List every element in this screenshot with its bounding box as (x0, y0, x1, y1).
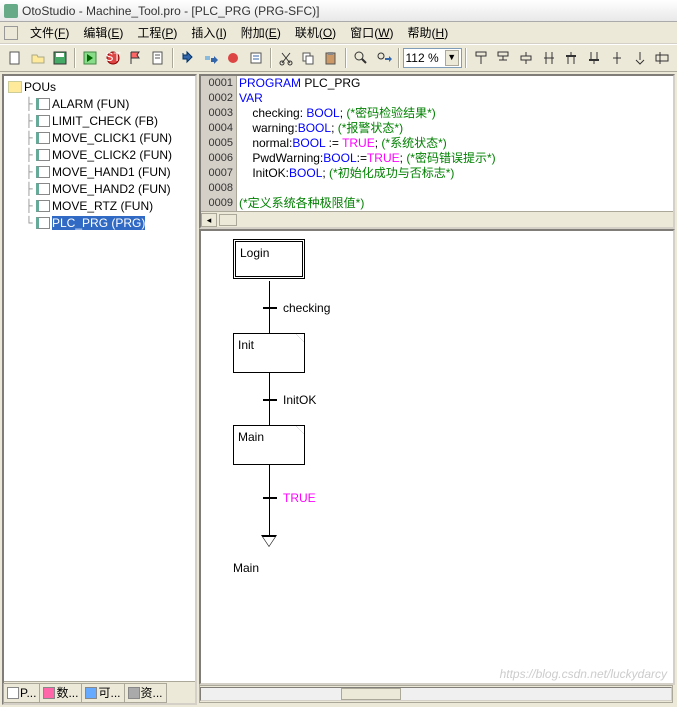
sfc-editor[interactable]: Login checking Init InitOK Main T (199, 229, 675, 685)
file-icon (36, 183, 50, 195)
tree-item[interactable]: ├MOVE_HAND2 (FUN) (6, 180, 193, 197)
file-icon (36, 98, 50, 110)
file-icon (36, 217, 50, 229)
file-icon (36, 149, 50, 161)
folder-icon (8, 81, 22, 93)
tb-step-in[interactable] (177, 47, 199, 69)
tree-item[interactable]: ├MOVE_CLICK1 (FUN) (6, 129, 193, 146)
tb-step[interactable] (200, 47, 222, 69)
sfc-jump-arrow (261, 535, 277, 555)
code-line[interactable]: 0007 InitOK:BOOL; (*初始化成功与否标志*) (201, 166, 673, 181)
sbtab-data[interactable]: 数... (39, 683, 82, 703)
tb-open[interactable] (27, 47, 49, 69)
tb-sfc-1[interactable] (470, 47, 492, 69)
file-icon (36, 115, 50, 127)
chevron-down-icon[interactable]: ▼ (445, 50, 459, 66)
code-line[interactable]: 0005 normal:BOOL := TRUE; (*系统状态*) (201, 136, 673, 151)
code-line[interactable]: 0002VAR (201, 91, 673, 106)
tb-sfc-4[interactable] (538, 47, 560, 69)
zoom-combo[interactable]: 112 % ▼ (403, 48, 462, 68)
tree-item[interactable]: ├LIMIT_CHECK (FB) (6, 112, 193, 129)
sfc-step-login[interactable]: Login (233, 239, 305, 279)
tb-bp[interactable] (222, 47, 244, 69)
menu-extras[interactable]: 附加(E) (235, 22, 287, 43)
tb-paste[interactable] (320, 47, 342, 69)
sfc-step-main[interactable]: Main (233, 425, 305, 465)
menu-file[interactable]: 文件(F) (24, 22, 75, 43)
svg-text:ST: ST (105, 50, 121, 64)
app-icon (4, 4, 18, 18)
code-line[interactable]: 0009(*定义系统各种极限值*) (201, 196, 673, 211)
tb-sfc-8[interactable] (629, 47, 651, 69)
tb-sfc-5[interactable] (561, 47, 583, 69)
tb-sfc-3[interactable] (515, 47, 537, 69)
zoom-value: 112 % (406, 51, 439, 65)
tb-sfc-9[interactable] (651, 47, 673, 69)
code-line[interactable]: 0004 warning:BOOL; (*报警状态*) (201, 121, 673, 136)
toolbar: ST 112 % ▼ (0, 44, 677, 72)
code-line[interactable]: 0003 checking: BOOL; (*密码检验结果*) (201, 106, 673, 121)
tb-sfc-7[interactable] (606, 47, 628, 69)
tree-item[interactable]: ├MOVE_RTZ (FUN) (6, 197, 193, 214)
tb-sfc-6[interactable] (583, 47, 605, 69)
tb-findnext[interactable] (373, 47, 395, 69)
sidebar: POUs ├ALARM (FUN)├LIMIT_CHECK (FB)├MOVE_… (2, 74, 197, 705)
sbtab-vis[interactable]: 可... (81, 683, 124, 703)
sfc-jump-target[interactable]: Main (233, 561, 259, 575)
bottom-scrollbar[interactable] (199, 685, 673, 703)
tree-root[interactable]: POUs (6, 78, 193, 95)
menu-online[interactable]: 联机(O) (289, 22, 342, 43)
tree-item[interactable]: └PLC_PRG (PRG) (6, 214, 193, 231)
menu-help[interactable]: 帮助(H) (402, 22, 455, 43)
code-line[interactable]: 0006 PwdWarning:BOOL:=TRUE; (*密码错误提示*) (201, 151, 673, 166)
sfc-trans-true[interactable]: TRUE (283, 491, 316, 505)
hscroll-thumb[interactable] (341, 688, 401, 700)
tb-new[interactable] (4, 47, 26, 69)
tb-run[interactable] (79, 47, 101, 69)
tb-copy[interactable] (298, 47, 320, 69)
hscroll[interactable]: ◂ (201, 211, 673, 227)
code-line[interactable]: 0008 (201, 181, 673, 196)
sys-icon[interactable] (4, 26, 18, 40)
tb-save[interactable] (49, 47, 71, 69)
menu-bar: 文件(F) 编辑(E) 工程(P) 插入(I) 附加(E) 联机(O) 窗口(W… (0, 22, 677, 44)
tb-log[interactable] (245, 47, 267, 69)
declaration-editor[interactable]: 0001PROGRAM PLC_PRG0002VAR0003 checking:… (199, 74, 675, 229)
sbtab-pous[interactable]: P... (3, 683, 40, 703)
file-icon (36, 200, 50, 212)
tb-doc[interactable] (147, 47, 169, 69)
sfc-trans-checking[interactable]: checking (283, 301, 330, 315)
menu-window[interactable]: 窗口(W) (344, 22, 399, 43)
title-bar: OtoStudio - Machine_Tool.pro - [PLC_PRG … (0, 0, 677, 22)
tb-find[interactable] (350, 47, 372, 69)
sbtab-res[interactable]: 资... (124, 683, 167, 703)
menu-edit[interactable]: 编辑(E) (77, 22, 129, 43)
scroll-thumb[interactable] (219, 214, 237, 226)
tb-sfc-2[interactable] (492, 47, 514, 69)
menu-project[interactable]: 工程(P) (131, 22, 183, 43)
tree-item[interactable]: ├MOVE_CLICK2 (FUN) (6, 146, 193, 163)
pou-tree[interactable]: POUs ├ALARM (FUN)├LIMIT_CHECK (FB)├MOVE_… (4, 76, 195, 681)
tb-cut[interactable] (275, 47, 297, 69)
menu-insert[interactable]: 插入(I) (185, 22, 232, 43)
tb-stop[interactable]: ST (102, 47, 124, 69)
tree-root-label: POUs (24, 80, 56, 94)
sfc-trans-initok[interactable]: InitOK (283, 393, 316, 407)
scroll-left-icon[interactable]: ◂ (201, 213, 217, 227)
tb-flag[interactable] (125, 47, 147, 69)
tree-item[interactable]: ├ALARM (FUN) (6, 95, 193, 112)
file-icon (36, 132, 50, 144)
tree-item[interactable]: ├MOVE_HAND1 (FUN) (6, 163, 193, 180)
window-title: OtoStudio - Machine_Tool.pro - [PLC_PRG … (22, 4, 319, 18)
sidebar-tabs: P... 数... 可... 资... (4, 681, 195, 703)
sfc-step-init[interactable]: Init (233, 333, 305, 373)
code-line[interactable]: 0001PROGRAM PLC_PRG (201, 76, 673, 91)
file-icon (36, 166, 50, 178)
